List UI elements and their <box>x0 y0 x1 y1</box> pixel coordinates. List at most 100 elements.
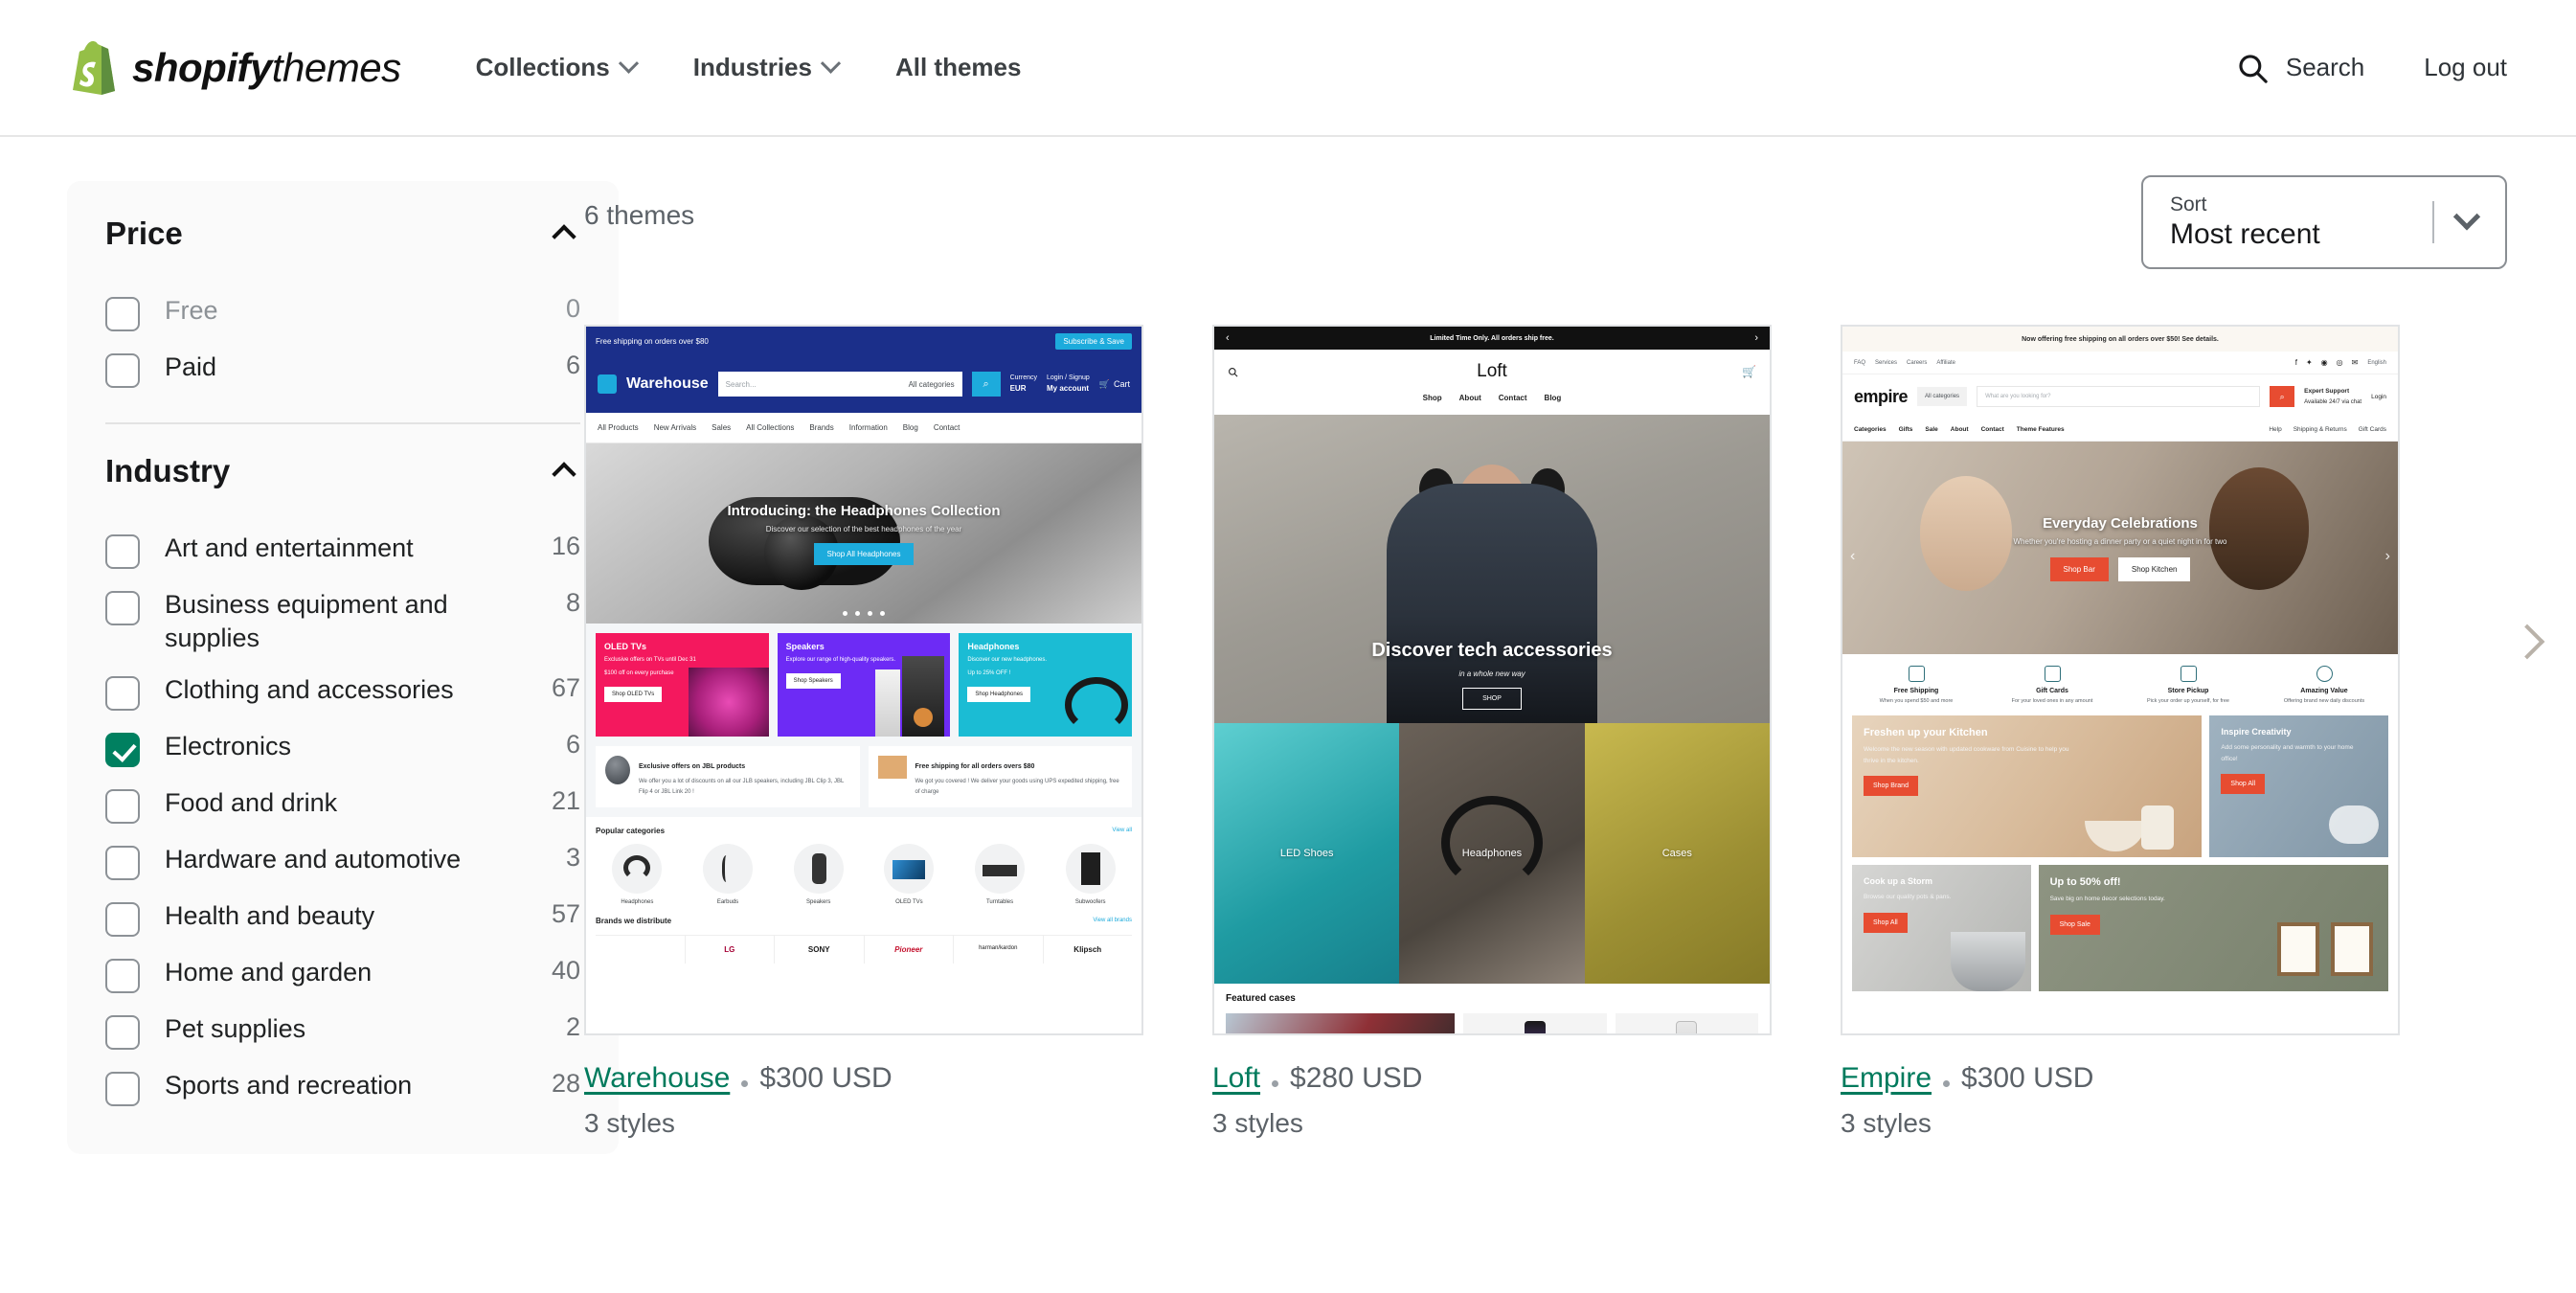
wh-nav-item: All Collections <box>746 423 795 432</box>
filter-option-paid[interactable]: Paid 6 <box>105 341 580 397</box>
filter-option-home-garden[interactable]: Home and garden 40 <box>105 946 580 1003</box>
filter-label-art: Art and entertainment <box>165 533 414 562</box>
email-icon: ✉ <box>2351 358 2359 367</box>
nav-item-industries[interactable]: Industries <box>693 53 842 82</box>
filter-option-food[interactable]: Food and drink 21 <box>105 777 580 833</box>
loft-nav: Shop About Contact Blog <box>1214 394 1770 415</box>
checkbox-hardware[interactable] <box>105 846 140 881</box>
empire-util-link: Careers <box>1907 359 1928 366</box>
wh-category-tile: Speakers <box>777 843 860 905</box>
empire-nav-item: About <box>1950 426 1969 433</box>
wh-account-label: Login / Signup <box>1047 374 1090 381</box>
theme-preview-loft[interactable]: ‹ Limited Time Only. All orders ship fre… <box>1212 325 1772 1035</box>
wh-nav-item: All Products <box>598 423 639 432</box>
checkbox-clothing[interactable] <box>105 676 140 712</box>
filter-label-paid: Paid <box>165 352 217 381</box>
theme-name-link[interactable]: Empire <box>1841 1062 1932 1095</box>
brand-logo[interactable]: shopifythemes <box>69 40 401 96</box>
results-toolbar: 6 themes Sort Most recent <box>584 175 2507 269</box>
nav-item-all-themes[interactable]: All themes <box>895 53 1022 82</box>
checkbox-sports[interactable] <box>105 1072 140 1107</box>
wh-hero: Introducing: the Headphones Collection D… <box>586 443 1141 624</box>
loft-tile-headphones: Headphones <box>1399 723 1585 984</box>
theme-name-link[interactable]: Loft <box>1212 1062 1260 1095</box>
cart-icon: 🛒 <box>1098 378 1110 389</box>
loft-featured-row <box>1226 1013 1758 1033</box>
theme-name-link[interactable]: Warehouse <box>584 1062 730 1095</box>
theme-meta-loft: Loft $280 USD 3 styles <box>1212 1062 1772 1139</box>
chevron-left-icon: ‹ <box>1850 548 1856 564</box>
facebook-icon: f <box>2294 358 2297 367</box>
checkbox-food[interactable] <box>105 789 140 825</box>
checkbox-art[interactable] <box>105 534 140 569</box>
checkbox-paid[interactable] <box>105 353 140 388</box>
loft-tile-led-shoes: LED Shoes <box>1214 723 1400 984</box>
empire-block-title: Up to 50% off! <box>2049 876 2121 888</box>
theme-preview-warehouse[interactable]: Free shipping on orders over $80 Subscri… <box>584 325 1143 1035</box>
filter-option-sports[interactable]: Sports and recreation 28 <box>105 1059 580 1116</box>
chevron-down-icon <box>618 53 639 74</box>
industry-facet-header[interactable]: Industry <box>105 453 580 489</box>
wh-currency: Currency EUR <box>1010 374 1037 396</box>
search-button[interactable]: Search <box>2236 52 2364 84</box>
empire-feature-title: Store Pickup <box>2167 688 2209 694</box>
wh-cart: 🛒 Cart <box>1099 379 1130 390</box>
theme-card-loft[interactable]: ‹ Limited Time Only. All orders ship fre… <box>1212 325 1772 1139</box>
price-facet-header[interactable]: Price <box>105 216 580 252</box>
theme-card-empire[interactable]: Now offering free shipping on all orders… <box>1841 325 2545 1139</box>
page-body: Price Free 0 Paid 6 Industry Art and ent <box>0 137 2576 1293</box>
sort-select[interactable]: Sort Most recent <box>2141 175 2507 269</box>
theme-card-warehouse[interactable]: Free shipping on orders over $80 Subscri… <box>584 325 1143 1139</box>
empire-feature-store-pickup: Store Pickup Pick your order up yourself… <box>2120 666 2256 704</box>
wh-account-value: My account <box>1047 384 1090 393</box>
wh-info-card-jbl: Exclusive offers on JBL products We offe… <box>596 746 860 807</box>
theme-title-row: Warehouse $300 USD <box>584 1062 1143 1095</box>
nav-item-collections[interactable]: Collections <box>476 53 639 82</box>
checkbox-pet-supplies[interactable] <box>105 1015 140 1051</box>
wh-headphones-image <box>1065 677 1129 733</box>
filter-option-business-equipment[interactable]: Business equipment and supplies 8 <box>105 578 580 664</box>
empire-hero-title: Everyday Celebrations <box>2043 514 2198 532</box>
wh-nav-item: Contact <box>933 423 960 432</box>
empire-block-button: Shop All <box>2221 774 2266 795</box>
checkbox-electronics[interactable] <box>105 733 140 768</box>
empire-promo-row-2: Cook up a Storm Browse our quality pots … <box>1842 857 2398 1001</box>
empire-nav-right-item: Gift Cards <box>2358 426 2386 433</box>
filter-option-electronics[interactable]: Electronics 6 <box>105 720 580 777</box>
theme-preview-empire[interactable]: Now offering free shipping on all orders… <box>1841 325 2400 1035</box>
empire-feature-title: Free Shipping <box>1893 688 1939 694</box>
wh-header: Warehouse Search... All categories ⌕ Cur… <box>586 355 1141 413</box>
wh-nav-item: Information <box>848 423 888 432</box>
wh-promo-title: Speakers <box>785 642 825 651</box>
filter-option-health[interactable]: Health and beauty 57 <box>105 890 580 946</box>
carousel-next-button[interactable] <box>2509 624 2545 660</box>
filter-label-electronics: Electronics <box>165 732 292 761</box>
logout-button[interactable]: Log out <box>2424 53 2507 82</box>
filter-option-clothing[interactable]: Clothing and accessories 67 <box>105 664 580 720</box>
wh-info-body: We offer you a lot of discounts on all o… <box>639 779 845 795</box>
checkbox-free[interactable] <box>105 297 140 331</box>
empire-announcement-text: Now offering free shipping on all orders… <box>2022 335 2219 343</box>
filter-option-free[interactable]: Free 0 <box>105 284 580 341</box>
checkbox-home-garden[interactable] <box>105 959 140 994</box>
filter-label-home-garden: Home and garden <box>165 958 373 987</box>
empire-util-link: Services <box>1875 359 1898 366</box>
theme-meta-empire: Empire $300 USD 3 styles <box>1841 1062 2400 1139</box>
pinterest-icon: ◉ <box>2320 358 2328 367</box>
loft-tile-label: Cases <box>1661 848 1692 859</box>
desk-decor-image <box>2329 805 2379 844</box>
empire-block-button: Shop Brand <box>1864 776 1918 797</box>
search-icon <box>1229 367 1238 376</box>
checkbox-health[interactable] <box>105 902 140 938</box>
loft-featured-image-3 <box>1615 1013 1758 1033</box>
filter-option-hardware[interactable]: Hardware and automotive 3 <box>105 833 580 890</box>
empire-support-title: Expert Support <box>2304 388 2350 396</box>
loft-featured-image-2 <box>1463 1013 1607 1033</box>
filter-option-art[interactable]: Art and entertainment 16 <box>105 522 580 578</box>
wh-categories-viewall: View all <box>1112 828 1132 834</box>
store-icon <box>2180 666 2197 682</box>
wh-hero-button: Shop All Headphones <box>813 542 915 565</box>
checkbox-business-equipment[interactable] <box>105 591 140 625</box>
instagram-icon: ◎ <box>2336 358 2343 367</box>
filter-option-pet-supplies[interactable]: Pet supplies 2 <box>105 1003 580 1059</box>
